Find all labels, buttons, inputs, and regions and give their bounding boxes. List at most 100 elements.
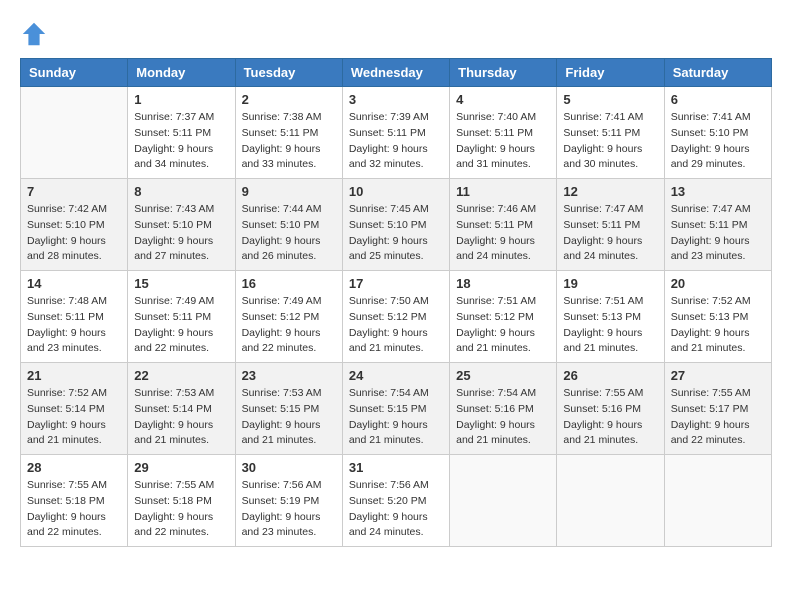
calendar-cell: 19 Sunrise: 7:51 AMSunset: 5:13 PMDayligh… (557, 271, 664, 363)
calendar-cell: 15 Sunrise: 7:49 AMSunset: 5:11 PMDayligh… (128, 271, 235, 363)
day-number: 5 (563, 92, 657, 107)
calendar-header-tuesday: Tuesday (235, 59, 342, 87)
calendar-cell: 23 Sunrise: 7:53 AMSunset: 5:15 PMDayligh… (235, 363, 342, 455)
calendar-cell: 1 Sunrise: 7:37 AMSunset: 5:11 PMDaylight… (128, 87, 235, 179)
calendar-cell: 29 Sunrise: 7:55 AMSunset: 5:18 PMDayligh… (128, 455, 235, 547)
calendar-header-wednesday: Wednesday (342, 59, 449, 87)
day-number: 19 (563, 276, 657, 291)
calendar: SundayMondayTuesdayWednesdayThursdayFrid… (20, 58, 772, 547)
day-info: Sunrise: 7:40 AMSunset: 5:11 PMDaylight:… (456, 110, 550, 173)
day-info: Sunrise: 7:56 AMSunset: 5:20 PMDaylight:… (349, 478, 443, 541)
calendar-cell: 11Sunrise: 7:46 AMSunset: 5:11 PMDayligh… (450, 179, 557, 271)
day-info: Sunrise: 7:41 AMSunset: 5:10 PMDaylight:… (671, 110, 765, 173)
calendar-cell: 3 Sunrise: 7:39 AMSunset: 5:11 PMDaylight… (342, 87, 449, 179)
day-info: Sunrise: 7:45 AMSunset: 5:10 PMDaylight:… (349, 202, 443, 265)
day-number: 28 (27, 460, 121, 475)
day-info: Sunrise: 7:49 AMSunset: 5:11 PMDaylight:… (134, 294, 228, 357)
calendar-cell: 16Sunrise: 7:49 AMSunset: 5:12 PMDayligh… (235, 271, 342, 363)
logo-icon (20, 20, 48, 48)
day-info: Sunrise: 7:51 AMSunset: 5:12 PMDaylight:… (456, 294, 550, 357)
calendar-cell: 5 Sunrise: 7:41 AMSunset: 5:11 PMDaylight… (557, 87, 664, 179)
day-info: Sunrise: 7:42 AMSunset: 5:10 PMDaylight:… (27, 202, 121, 265)
day-info: Sunrise: 7:53 AMSunset: 5:15 PMDaylight:… (242, 386, 336, 449)
calendar-cell: 20 Sunrise: 7:52 AMSunset: 5:13 PMDayligh… (664, 271, 771, 363)
calendar-cell: 10Sunrise: 7:45 AMSunset: 5:10 PMDayligh… (342, 179, 449, 271)
day-info: Sunrise: 7:37 AMSunset: 5:11 PMDaylight:… (134, 110, 228, 173)
calendar-cell (450, 455, 557, 547)
day-number: 17 (349, 276, 443, 291)
day-number: 3 (349, 92, 443, 107)
day-number: 25 (456, 368, 550, 383)
calendar-cell: 12 Sunrise: 7:47 AMSunset: 5:11 PMDayligh… (557, 179, 664, 271)
calendar-cell: 24Sunrise: 7:54 AMSunset: 5:15 PMDayligh… (342, 363, 449, 455)
calendar-week-1: 1 Sunrise: 7:37 AMSunset: 5:11 PMDaylight… (21, 87, 772, 179)
day-info: Sunrise: 7:52 AMSunset: 5:13 PMDaylight:… (671, 294, 765, 357)
day-info: Sunrise: 7:41 AMSunset: 5:11 PMDaylight:… (563, 110, 657, 173)
day-number: 6 (671, 92, 765, 107)
calendar-cell: 13 Sunrise: 7:47 AMSunset: 5:11 PMDayligh… (664, 179, 771, 271)
day-info: Sunrise: 7:55 AMSunset: 5:17 PMDaylight:… (671, 386, 765, 449)
calendar-week-5: 28 Sunrise: 7:55 AMSunset: 5:18 PMDayligh… (21, 455, 772, 547)
calendar-cell: 8 Sunrise: 7:43 AMSunset: 5:10 PMDaylight… (128, 179, 235, 271)
calendar-cell: 2 Sunrise: 7:38 AMSunset: 5:11 PMDaylight… (235, 87, 342, 179)
calendar-cell (21, 87, 128, 179)
calendar-week-3: 14 Sunrise: 7:48 AMSunset: 5:11 PMDayligh… (21, 271, 772, 363)
calendar-cell: 18 Sunrise: 7:51 AMSunset: 5:12 PMDayligh… (450, 271, 557, 363)
day-number: 9 (242, 184, 336, 199)
calendar-header-thursday: Thursday (450, 59, 557, 87)
calendar-header-row: SundayMondayTuesdayWednesdayThursdayFrid… (21, 59, 772, 87)
day-info: Sunrise: 7:39 AMSunset: 5:11 PMDaylight:… (349, 110, 443, 173)
day-info: Sunrise: 7:54 AMSunset: 5:16 PMDaylight:… (456, 386, 550, 449)
calendar-week-4: 21Sunrise: 7:52 AMSunset: 5:14 PMDayligh… (21, 363, 772, 455)
day-info: Sunrise: 7:55 AMSunset: 5:18 PMDaylight:… (27, 478, 121, 541)
day-number: 13 (671, 184, 765, 199)
day-number: 22 (134, 368, 228, 383)
day-info: Sunrise: 7:47 AMSunset: 5:11 PMDaylight:… (563, 202, 657, 265)
day-number: 26 (563, 368, 657, 383)
calendar-cell: 30 Sunrise: 7:56 AMSunset: 5:19 PMDayligh… (235, 455, 342, 547)
calendar-cell: 21Sunrise: 7:52 AMSunset: 5:14 PMDayligh… (21, 363, 128, 455)
calendar-cell: 27 Sunrise: 7:55 AMSunset: 5:17 PMDayligh… (664, 363, 771, 455)
calendar-header-saturday: Saturday (664, 59, 771, 87)
day-number: 31 (349, 460, 443, 475)
day-number: 29 (134, 460, 228, 475)
day-info: Sunrise: 7:38 AMSunset: 5:11 PMDaylight:… (242, 110, 336, 173)
day-info: Sunrise: 7:53 AMSunset: 5:14 PMDaylight:… (134, 386, 228, 449)
calendar-header-friday: Friday (557, 59, 664, 87)
day-info: Sunrise: 7:47 AMSunset: 5:11 PMDaylight:… (671, 202, 765, 265)
day-info: Sunrise: 7:55 AMSunset: 5:18 PMDaylight:… (134, 478, 228, 541)
logo (20, 20, 52, 48)
calendar-cell (664, 455, 771, 547)
day-number: 14 (27, 276, 121, 291)
page-header (20, 20, 772, 48)
day-number: 2 (242, 92, 336, 107)
calendar-cell: 17Sunrise: 7:50 AMSunset: 5:12 PMDayligh… (342, 271, 449, 363)
calendar-cell: 9 Sunrise: 7:44 AMSunset: 5:10 PMDaylight… (235, 179, 342, 271)
day-number: 23 (242, 368, 336, 383)
day-number: 20 (671, 276, 765, 291)
day-number: 12 (563, 184, 657, 199)
day-info: Sunrise: 7:51 AMSunset: 5:13 PMDaylight:… (563, 294, 657, 357)
day-number: 15 (134, 276, 228, 291)
day-number: 1 (134, 92, 228, 107)
day-info: Sunrise: 7:48 AMSunset: 5:11 PMDaylight:… (27, 294, 121, 357)
calendar-cell: 25 Sunrise: 7:54 AMSunset: 5:16 PMDayligh… (450, 363, 557, 455)
calendar-cell: 4Sunrise: 7:40 AMSunset: 5:11 PMDaylight… (450, 87, 557, 179)
day-info: Sunrise: 7:55 AMSunset: 5:16 PMDaylight:… (563, 386, 657, 449)
calendar-cell: 26 Sunrise: 7:55 AMSunset: 5:16 PMDayligh… (557, 363, 664, 455)
day-number: 30 (242, 460, 336, 475)
calendar-header-monday: Monday (128, 59, 235, 87)
day-info: Sunrise: 7:43 AMSunset: 5:10 PMDaylight:… (134, 202, 228, 265)
calendar-week-2: 7Sunrise: 7:42 AMSunset: 5:10 PMDaylight… (21, 179, 772, 271)
day-number: 16 (242, 276, 336, 291)
calendar-cell: 31 Sunrise: 7:56 AMSunset: 5:20 PMDayligh… (342, 455, 449, 547)
calendar-cell (557, 455, 664, 547)
day-number: 8 (134, 184, 228, 199)
day-info: Sunrise: 7:44 AMSunset: 5:10 PMDaylight:… (242, 202, 336, 265)
day-number: 21 (27, 368, 121, 383)
day-number: 27 (671, 368, 765, 383)
day-info: Sunrise: 7:56 AMSunset: 5:19 PMDaylight:… (242, 478, 336, 541)
day-number: 18 (456, 276, 550, 291)
calendar-cell: 6 Sunrise: 7:41 AMSunset: 5:10 PMDaylight… (664, 87, 771, 179)
day-number: 24 (349, 368, 443, 383)
